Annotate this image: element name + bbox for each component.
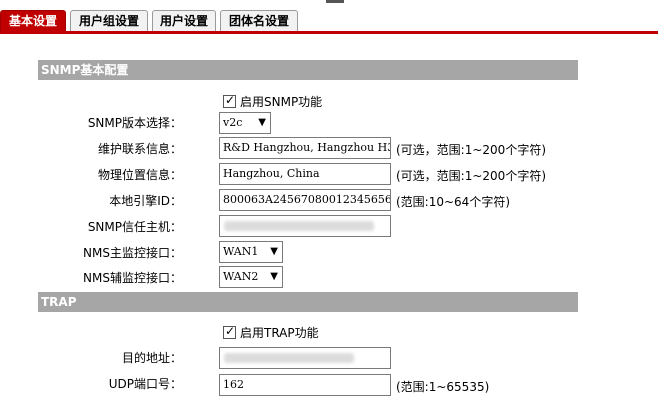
tab-user-group-settings[interactable]: 用户组设置 — [70, 10, 148, 32]
chevron-down-icon: ▼ — [258, 117, 266, 128]
engine-id-hint: (范围:10~64个字符) — [396, 195, 511, 209]
nms-secondary-label: NMS辅监控接口： — [83, 271, 182, 285]
snmp-section-header: SNMP基本配置 — [38, 60, 578, 80]
snmp-version-label: SNMP版本选择： — [87, 116, 182, 130]
top-smudge — [326, 0, 344, 3]
dest-address-input[interactable] — [219, 347, 391, 369]
trap-section-header: TRAP — [38, 292, 578, 312]
tab-community-settings[interactable]: 团体名设置 — [220, 10, 298, 32]
trusted-host-input[interactable] — [219, 215, 391, 237]
trusted-host-label: SNMP信任主机： — [87, 220, 182, 234]
nms-secondary-value: WAN2 — [223, 270, 259, 283]
location-label: 物理位置信息： — [97, 168, 182, 182]
trap-enable-label: 启用TRAP功能 — [240, 326, 319, 340]
tab-bar: 基本设置 用户组设置 用户设置 团体名设置 — [0, 10, 658, 32]
location-input[interactable]: Hangzhou, China — [219, 163, 391, 185]
snmp-enable-row: 启用SNMP功能 — [223, 93, 322, 110]
snmp-version-value: v2c — [223, 116, 243, 129]
udp-port-hint: (范围:1~65535) — [396, 380, 490, 394]
redacted-value — [224, 221, 374, 231]
engine-id-input[interactable]: 800063A24567080012345656 — [219, 189, 391, 211]
engine-id-label: 本地引擎ID： — [109, 194, 182, 208]
chevron-down-icon: ▼ — [270, 271, 278, 282]
redacted-value — [224, 353, 354, 363]
udp-port-input[interactable]: 162 — [219, 374, 391, 396]
tab-user-settings[interactable]: 用户设置 — [152, 10, 216, 32]
dest-address-label: 目的地址： — [121, 351, 182, 365]
trap-enable-checkbox[interactable] — [223, 324, 236, 339]
contact-hint: (可选，范围:1~200个字符) — [396, 143, 547, 157]
snmp-enable-label: 启用SNMP功能 — [240, 95, 323, 109]
tab-basic-settings[interactable]: 基本设置 — [0, 10, 66, 32]
contact-label: 维护联系信息： — [97, 142, 182, 156]
chevron-down-icon: ▼ — [270, 246, 278, 257]
nms-primary-value: WAN1 — [223, 245, 259, 258]
contact-input[interactable]: R&D Hangzhou, Hangzhou H3C — [219, 137, 391, 159]
nms-secondary-select[interactable]: WAN2 ▼ — [219, 266, 283, 288]
location-hint: (可选，范围:1~200个字符) — [396, 169, 547, 183]
tab-underline — [0, 31, 658, 34]
snmp-enable-checkbox[interactable] — [223, 93, 236, 108]
trap-enable-row: 启用TRAP功能 — [223, 324, 319, 341]
udp-port-label: UDP端口号： — [108, 377, 182, 391]
nms-primary-label: NMS主监控接口： — [83, 246, 182, 260]
nms-primary-select[interactable]: WAN1 ▼ — [219, 241, 283, 263]
top-strip — [0, 0, 658, 10]
snmp-version-select[interactable]: v2c ▼ — [219, 112, 271, 134]
